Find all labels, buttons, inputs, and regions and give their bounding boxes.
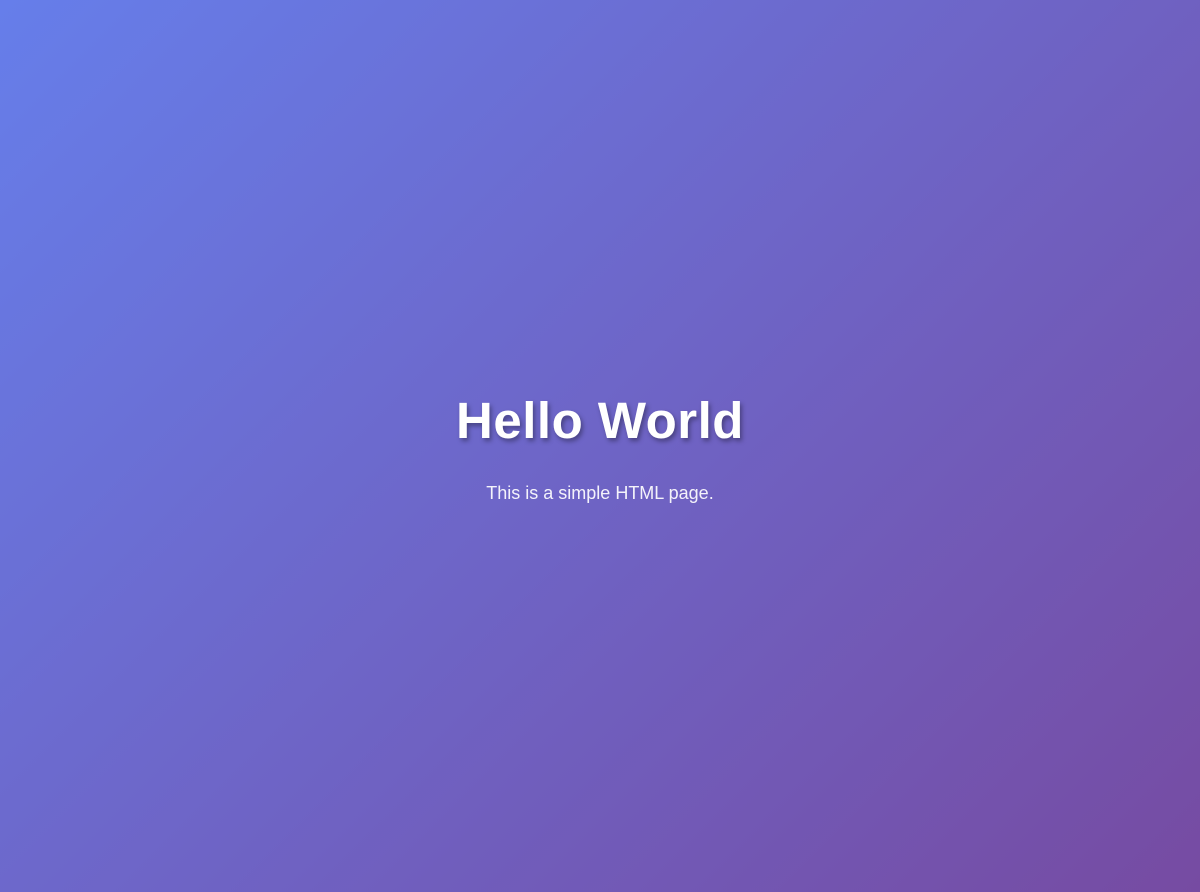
page-subtitle: This is a simple HTML page. <box>486 483 714 504</box>
page-title: Hello World <box>456 392 744 450</box>
hero-section: Hello World This is a simple HTML page. <box>456 393 744 505</box>
page-background: { "colors": { "gradient_start": "#667eea… <box>0 0 1200 892</box>
